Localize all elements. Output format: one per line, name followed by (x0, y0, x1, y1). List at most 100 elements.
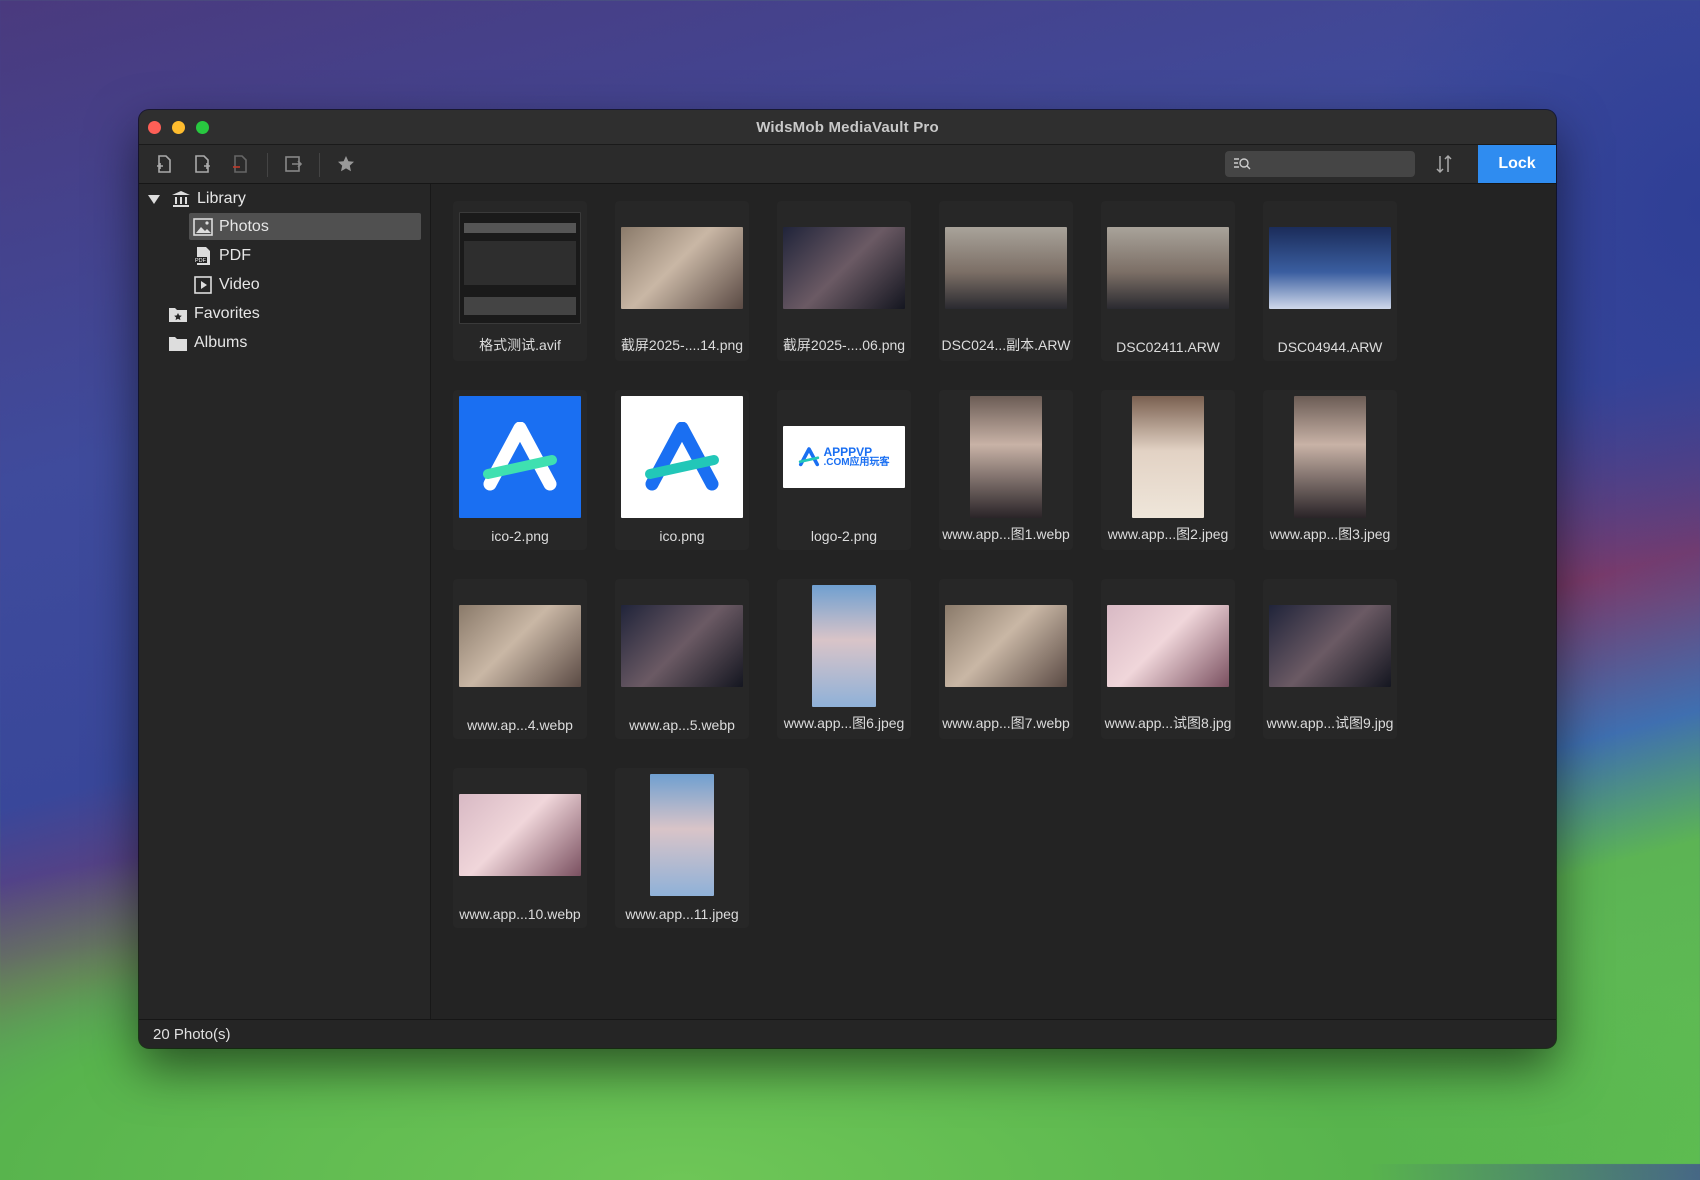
library-icon (171, 190, 191, 208)
media-thumbnail[interactable] (1107, 207, 1229, 329)
remove-file-icon[interactable] (229, 153, 251, 175)
media-thumbnail[interactable]: APPPVP .COM应用玩客 (783, 396, 905, 518)
albums-folder-icon (168, 334, 188, 352)
media-thumbnail[interactable] (459, 585, 581, 707)
media-filename: logo-2.png (810, 528, 878, 544)
media-filename: ico-2.png (491, 528, 549, 544)
media-thumbnail[interactable] (783, 585, 905, 707)
sidebar-item-label: PDF (219, 246, 251, 264)
sidebar-item-label: Library (197, 189, 246, 207)
media-thumbnail[interactable] (1269, 396, 1391, 518)
media-filename: www.app...试图8.jpg (1104, 715, 1232, 731)
media-thumbnail[interactable] (1107, 396, 1229, 518)
favorite-star-icon[interactable] (335, 153, 357, 175)
media-tile[interactable]: www.app...图2.jpeg (1101, 390, 1235, 550)
media-thumbnail[interactable] (621, 396, 743, 518)
media-filename: DSC04944.ARW (1277, 339, 1383, 355)
media-thumbnail[interactable] (621, 585, 743, 707)
sort-icon[interactable] (1434, 153, 1454, 180)
media-filename: DSC02411.ARW (1116, 339, 1220, 355)
pdf-icon: PDF (193, 246, 213, 266)
export-icon[interactable] (282, 153, 304, 175)
search-icon (1233, 156, 1251, 177)
media-tile[interactable]: www.app...图1.webp (939, 390, 1073, 550)
sidebar-item-albums[interactable]: Albums (168, 329, 453, 356)
media-filename: 格式测试.avif (479, 337, 561, 353)
media-filename: www.app...10.webp (459, 906, 581, 922)
wordmark-bottom-text: .COM应用玩客 (823, 457, 890, 468)
media-tile[interactable]: www.ap...5.webp (615, 579, 749, 739)
app-window: WidsMob MediaVault Pro Lock Library Phot… (139, 110, 1556, 1048)
sidebar-item-pdf[interactable]: PDF PDF (193, 242, 251, 269)
media-filename: www.app...图1.webp (942, 526, 1070, 542)
media-filename: www.ap...4.webp (467, 717, 573, 733)
media-thumbnail[interactable] (621, 207, 743, 329)
add-file-icon[interactable] (153, 153, 175, 175)
media-tile[interactable]: www.app...11.jpeg (615, 768, 749, 928)
sidebar-item-label: Photos (219, 217, 269, 235)
media-filename: www.app...图6.jpeg (783, 715, 905, 731)
media-tile[interactable]: www.app...试图9.jpg (1263, 579, 1397, 739)
media-thumbnail[interactable] (621, 774, 743, 896)
sidebar: Library Photos PDF PDF Video Favorites A… (139, 184, 453, 1020)
add-folder-icon[interactable] (191, 153, 213, 175)
disclosure-triangle-icon[interactable] (147, 193, 161, 205)
search-field[interactable] (1225, 151, 1415, 177)
media-tile[interactable]: ico.png (615, 390, 749, 550)
title-bar: WidsMob MediaVault Pro (139, 110, 1556, 145)
status-bar: 20 Photo(s) (139, 1019, 1556, 1048)
media-tile[interactable]: www.app...图3.jpeg (1263, 390, 1397, 550)
media-thumbnail[interactable] (945, 585, 1067, 707)
media-thumbnail[interactable] (783, 207, 905, 329)
media-filename: www.app...图2.jpeg (1107, 526, 1229, 542)
sidebar-item-library[interactable]: Library (147, 185, 246, 212)
sidebar-item-favorites[interactable]: Favorites (168, 300, 260, 327)
media-thumbnail[interactable] (1269, 585, 1391, 707)
media-thumbnail[interactable] (1269, 207, 1391, 329)
media-tile[interactable]: 格式测试.avif (453, 201, 587, 361)
media-filename: www.app...试图9.jpg (1266, 715, 1394, 731)
media-grid: 格式测试.avif 截屏2025-....14.png 截屏2025-....06.… (431, 184, 1556, 1020)
photo-icon (193, 217, 213, 236)
media-thumbnail[interactable] (945, 396, 1067, 518)
sidebar-item-photos[interactable]: Photos (189, 213, 421, 240)
media-thumbnail[interactable] (459, 774, 581, 896)
media-thumbnail[interactable] (945, 207, 1067, 329)
media-filename: ico.png (659, 528, 705, 544)
media-filename: www.app...图3.jpeg (1269, 526, 1391, 542)
toolbar-separator (267, 153, 268, 177)
lock-button[interactable]: Lock (1478, 145, 1556, 183)
media-tile[interactable]: DSC04944.ARW (1263, 201, 1397, 361)
media-tile[interactable]: www.app...图6.jpeg (777, 579, 911, 739)
media-filename: www.app...11.jpeg (625, 906, 739, 922)
video-icon (193, 275, 213, 295)
media-tile[interactable]: ico-2.png (453, 390, 587, 550)
media-filename: DSC024...副本.ARW (941, 337, 1071, 353)
media-thumbnail[interactable] (459, 396, 581, 518)
sidebar-item-label: Favorites (194, 304, 260, 322)
media-tile[interactable]: www.app...10.webp (453, 768, 587, 928)
media-thumbnail[interactable] (1107, 585, 1229, 707)
media-filename: www.ap...5.webp (629, 717, 735, 733)
toolbar: Lock (139, 145, 1556, 184)
media-tile[interactable]: 截屏2025-....14.png (615, 201, 749, 361)
media-tile[interactable]: www.ap...4.webp (453, 579, 587, 739)
media-tile[interactable]: DSC02411.ARW (1101, 201, 1235, 361)
media-tile[interactable]: www.app...试图8.jpg (1101, 579, 1235, 739)
media-tile[interactable]: www.app...图7.webp (939, 579, 1073, 739)
sidebar-item-label: Albums (194, 333, 248, 351)
pdf-icon-label: PDF (195, 258, 207, 264)
media-tile[interactable]: 截屏2025-....06.png (777, 201, 911, 361)
media-thumbnail[interactable] (459, 207, 581, 329)
window-title: WidsMob MediaVault Pro (756, 119, 939, 136)
toolbar-separator (319, 153, 320, 177)
favorites-folder-icon (168, 305, 188, 323)
media-tile[interactable]: DSC024...副本.ARW (939, 201, 1073, 361)
sidebar-item-video[interactable]: Video (193, 271, 260, 298)
media-filename: 截屏2025-....14.png (620, 337, 744, 353)
media-filename: www.app...图7.webp (942, 715, 1070, 731)
media-filename: 截屏2025-....06.png (782, 337, 906, 353)
media-tile[interactable]: APPPVP .COM应用玩客 logo-2.png (777, 390, 911, 550)
sidebar-item-label: Video (219, 275, 260, 293)
photo-count-label: 20 Photo(s) (153, 1026, 231, 1043)
